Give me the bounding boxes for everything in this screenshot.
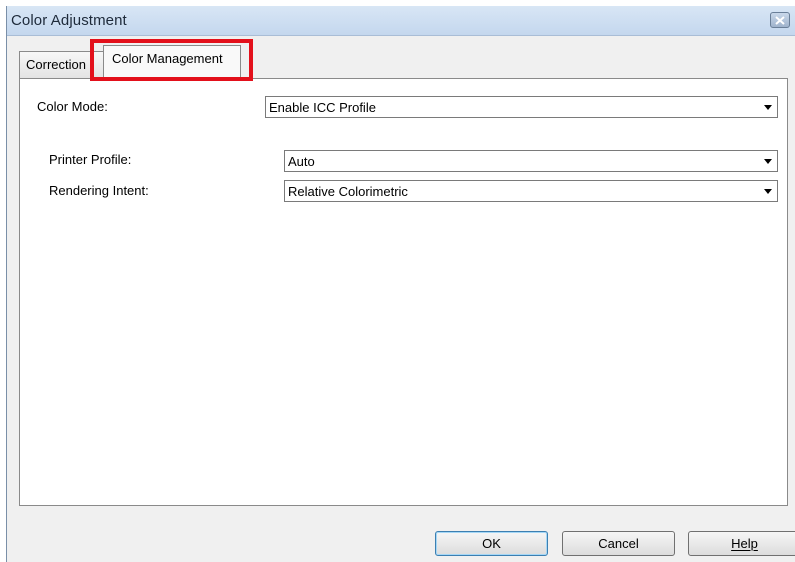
rendering-intent-label: Rendering Intent:: [49, 183, 149, 198]
color-mode-label: Color Mode:: [37, 99, 108, 114]
color-adjustment-dialog: Color Adjustment Correction Color Manage…: [6, 6, 795, 562]
cancel-button[interactable]: Cancel: [562, 531, 675, 556]
color-management-panel: Color Mode: Enable ICC Profile Printer P…: [19, 78, 788, 506]
chevron-down-icon: [759, 181, 777, 201]
color-mode-value: Enable ICC Profile: [269, 100, 376, 115]
chevron-down-icon: [759, 97, 777, 117]
window-title: Color Adjustment: [11, 12, 127, 29]
chevron-down-icon: [759, 151, 777, 171]
printer-profile-value: Auto: [288, 154, 315, 169]
rendering-intent-select[interactable]: Relative Colorimetric: [284, 180, 778, 202]
title-bar: Color Adjustment: [7, 6, 795, 36]
help-button-label: Help: [731, 536, 758, 551]
close-button[interactable]: [770, 12, 790, 28]
printer-profile-label: Printer Profile:: [49, 152, 132, 167]
tab-color-management-label: Color Management: [112, 51, 223, 66]
tab-strip: Correction Color Management: [7, 36, 795, 81]
tab-correction-label: Correction: [26, 57, 86, 72]
cancel-button-label: Cancel: [598, 536, 639, 551]
ok-button[interactable]: OK: [435, 531, 548, 556]
printer-profile-select[interactable]: Auto: [284, 150, 778, 172]
close-icon: [775, 15, 785, 25]
rendering-intent-value: Relative Colorimetric: [288, 184, 408, 199]
tab-correction[interactable]: Correction: [19, 51, 111, 78]
help-button[interactable]: Help: [688, 531, 795, 556]
color-mode-select[interactable]: Enable ICC Profile: [265, 96, 778, 118]
tab-color-management[interactable]: Color Management: [103, 45, 241, 79]
ok-button-label: OK: [482, 536, 501, 551]
